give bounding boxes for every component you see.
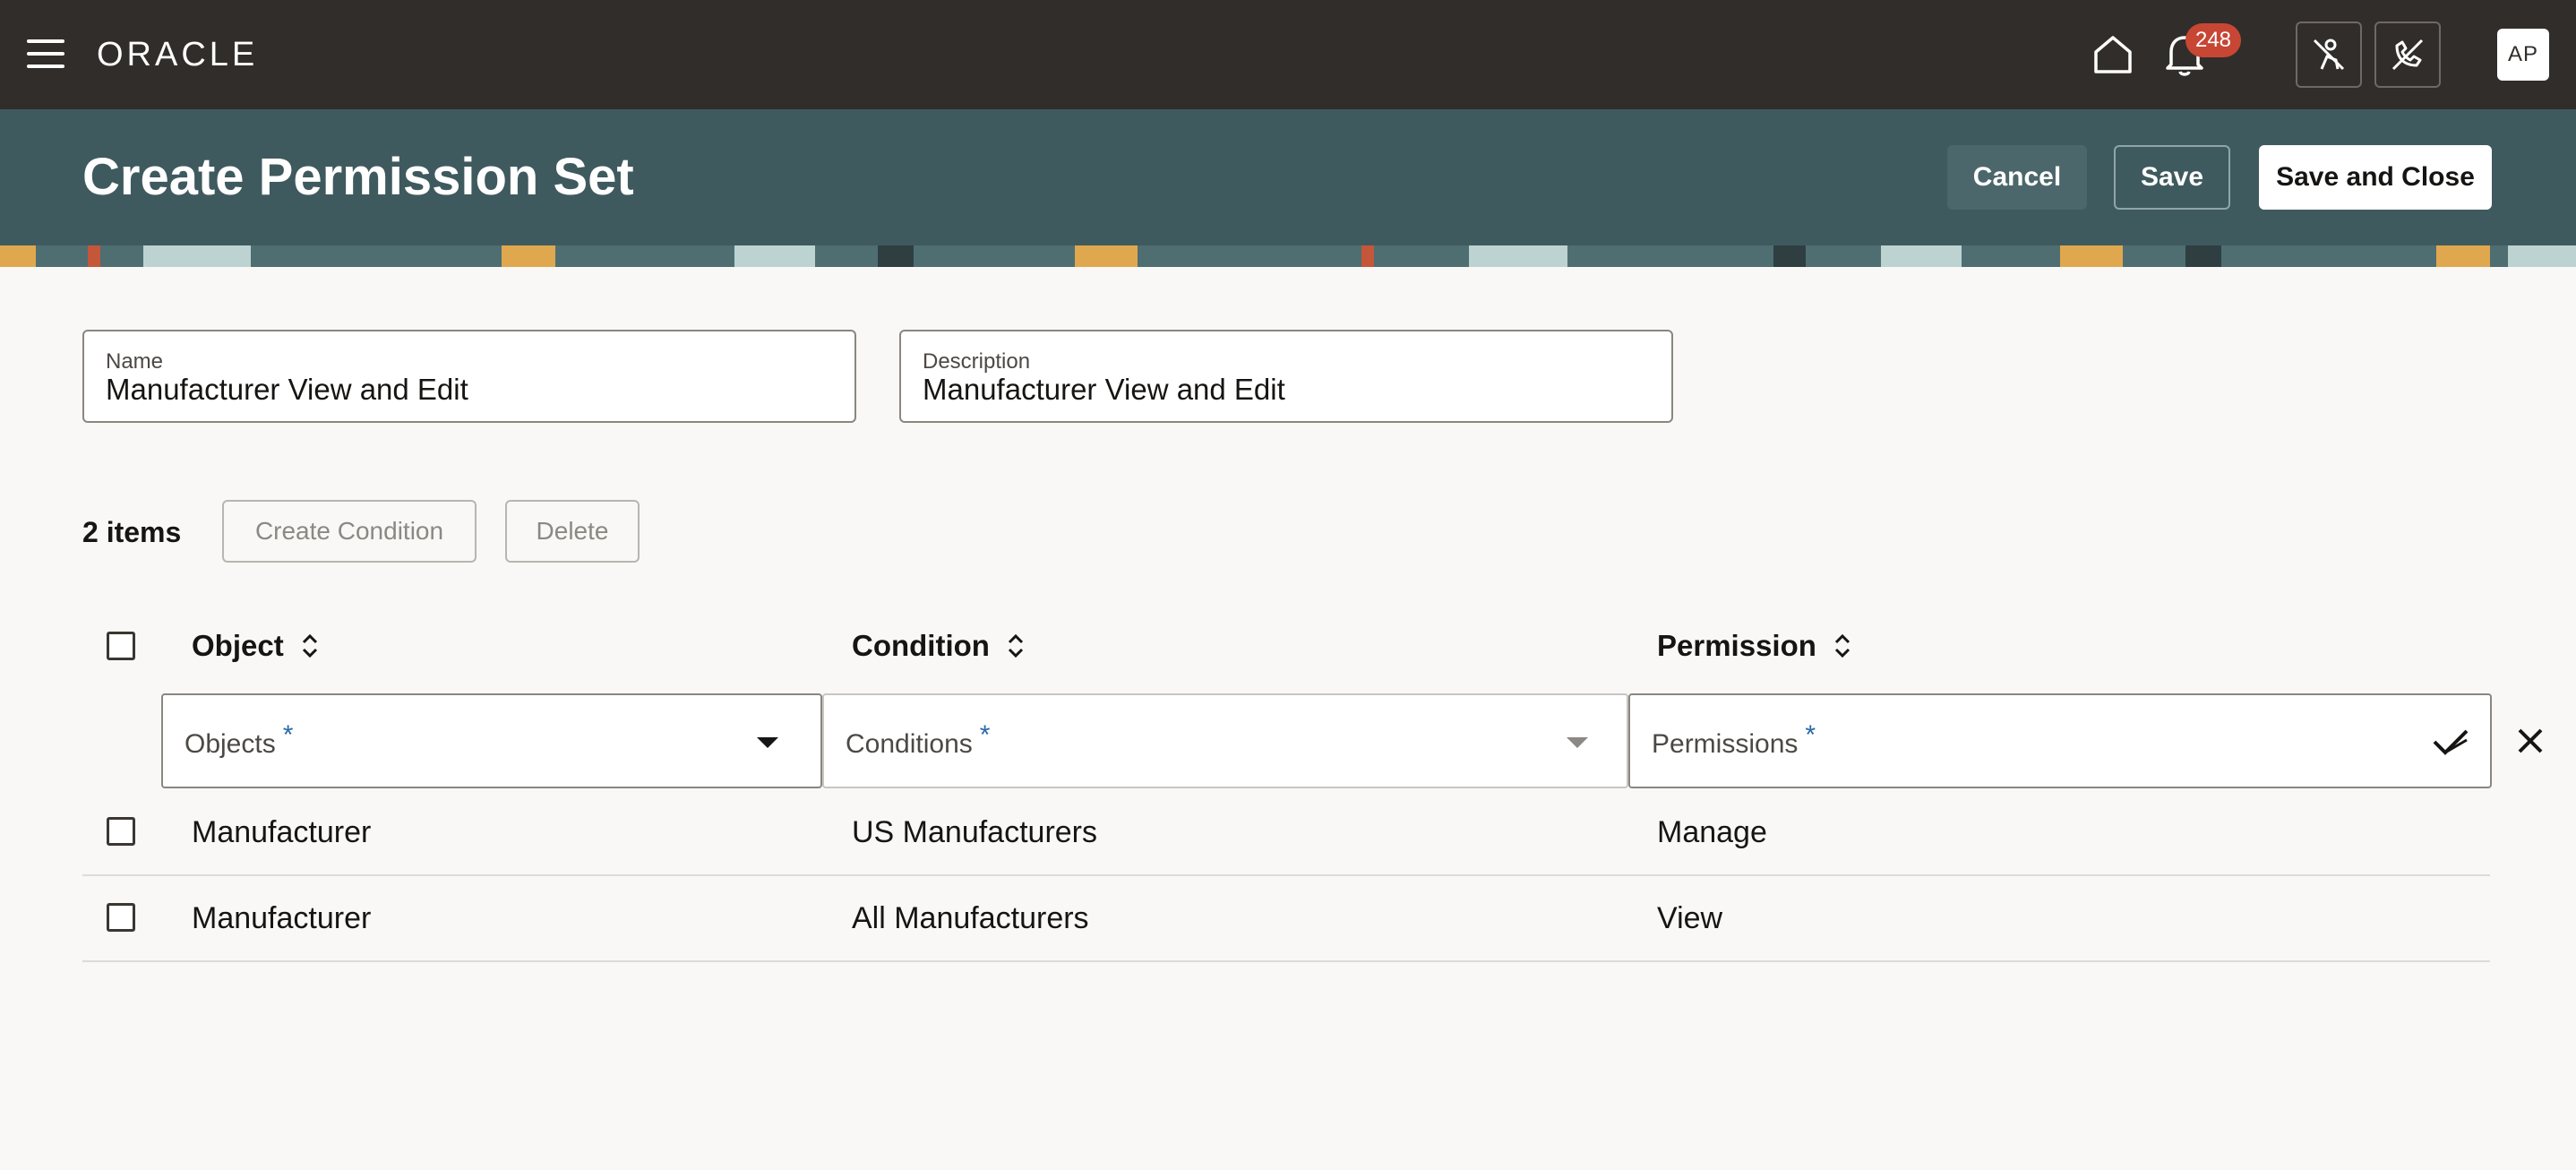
user-avatar[interactable]: AP — [2497, 29, 2549, 81]
cancel-button[interactable]: Cancel — [1947, 145, 2087, 210]
object-cell: Manufacturer — [192, 901, 372, 935]
checkmark-icon[interactable] — [2431, 727, 2470, 758]
required-marker: * — [979, 720, 991, 750]
top-bar: ORACLE 248 AP — [0, 0, 2576, 109]
notification-badge: 248 — [2185, 23, 2241, 57]
save-button[interactable]: Save — [2114, 145, 2230, 210]
object-cell: Manufacturer — [192, 815, 372, 849]
create-condition-button[interactable]: Create Condition — [222, 500, 477, 563]
page-title: Create Permission Set — [82, 148, 634, 206]
permission-cell: View — [1657, 901, 1723, 935]
table-row[interactable]: Manufacturer All Manufacturers View — [82, 876, 2490, 962]
new-condition-row: Objects * Conditions * Permissions * — [82, 693, 2492, 788]
items-count: 2 items — [82, 516, 182, 548]
description-input[interactable] — [923, 373, 1648, 407]
conditions-select[interactable]: Conditions * — [822, 693, 1628, 788]
objects-label: Objects — [185, 729, 276, 759]
sort-icon — [1834, 633, 1850, 658]
required-marker: * — [1805, 720, 1816, 750]
select-all-checkbox[interactable] — [107, 632, 135, 660]
table-row[interactable]: Manufacturer US Manufacturers Manage — [82, 790, 2490, 876]
hamburger-menu-icon[interactable] — [27, 39, 64, 70]
phone-off-icon — [2391, 39, 2424, 71]
page-header: Create Permission Set Cancel Save Save a… — [0, 109, 2576, 245]
sort-icon — [302, 633, 317, 658]
oracle-logo[interactable]: ORACLE — [97, 36, 258, 74]
accessibility-button[interactable] — [2296, 22, 2362, 88]
row-checkbox[interactable] — [107, 903, 135, 932]
condition-cell: US Manufacturers — [852, 815, 1097, 849]
column-header-object-label: Object — [192, 629, 284, 662]
condition-cell: All Manufacturers — [852, 901, 1089, 935]
row-checkbox[interactable] — [107, 817, 135, 846]
help-off-button[interactable] — [2374, 22, 2441, 88]
name-input[interactable] — [106, 373, 831, 407]
dropdown-arrow-icon — [1567, 737, 1588, 748]
column-header-permission-label: Permission — [1657, 629, 1816, 662]
header-decorative-pattern — [0, 245, 2576, 267]
person-off-icon — [2313, 39, 2345, 71]
description-label: Description — [923, 349, 1031, 374]
home-icon[interactable] — [2091, 32, 2135, 77]
save-and-close-button[interactable]: Save and Close — [2259, 145, 2492, 210]
delete-button[interactable]: Delete — [505, 500, 640, 563]
column-header-permission[interactable]: Permission — [1657, 629, 1852, 663]
name-label: Name — [106, 349, 164, 374]
name-field[interactable]: Name — [82, 330, 856, 423]
close-icon[interactable] — [2517, 727, 2544, 754]
conditions-label: Conditions — [846, 729, 973, 759]
column-header-object[interactable]: Object — [192, 629, 320, 663]
required-marker: * — [282, 720, 294, 750]
column-header-condition-label: Condition — [852, 629, 990, 662]
description-field[interactable]: Description — [899, 330, 1673, 423]
permission-cell: Manage — [1657, 815, 1767, 849]
dropdown-arrow-icon — [757, 737, 778, 748]
column-header-condition[interactable]: Condition — [852, 629, 1026, 663]
permissions-label: Permissions — [1652, 729, 1799, 759]
permissions-select[interactable]: Permissions * — [1628, 693, 2492, 788]
objects-select[interactable]: Objects * — [161, 693, 822, 788]
sort-icon — [1008, 633, 1024, 658]
